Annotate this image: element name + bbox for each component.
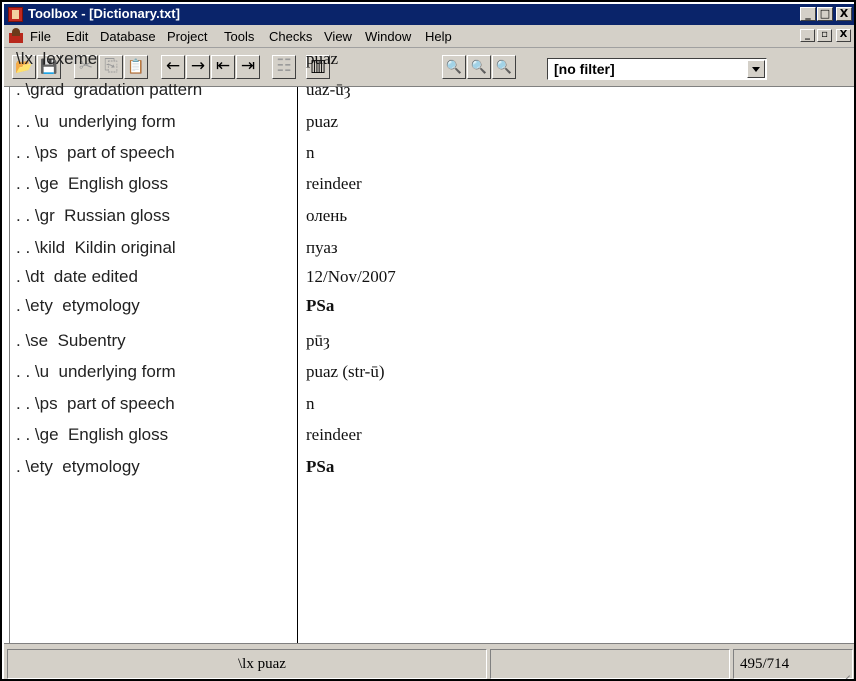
find-previous-icon: 🔍 <box>445 60 463 75</box>
field-value[interactable]: puaz <box>306 112 338 132</box>
menu-database[interactable]: Database <box>100 29 156 44</box>
field-value[interactable]: reindeer <box>306 174 362 194</box>
status-record-position: 495/714 <box>740 656 790 672</box>
status-pane-position: 495/714 <box>733 649 853 679</box>
filter-select[interactable]: [no filter] <box>547 58 767 80</box>
window-title: Toolbox - [Dictionary.txt] <box>28 6 180 21</box>
status-pane-record: \lx puaz <box>7 649 487 679</box>
filter-value: [no filter] <box>554 61 615 77</box>
menu-window[interactable]: Window <box>365 29 411 44</box>
status-bar: \lx puaz 495/714 <box>4 643 854 679</box>
field-divider[interactable] <box>297 87 298 643</box>
previous-record-button[interactable]: ← <box>161 55 185 79</box>
title-bar[interactable]: Toolbox - [Dictionary.txt] _ □ X <box>4 4 854 25</box>
menu-file[interactable]: File <box>30 29 51 44</box>
field-marker: . \dt date edited <box>16 267 138 286</box>
find-next-button[interactable]: 🔍 <box>492 55 516 79</box>
previous-record-icon: ← <box>165 56 181 76</box>
paste-button[interactable]: 📋 <box>124 55 148 79</box>
field-value[interactable]: reindeer <box>306 425 362 445</box>
next-record-button[interactable]: → <box>186 55 210 79</box>
document-icon[interactable] <box>8 28 24 43</box>
field-value[interactable]: n <box>306 143 315 163</box>
status-current-record: \lx puaz <box>238 656 286 672</box>
field-marker: . . \ps part of speech <box>16 143 175 162</box>
field-marker: \lx lexeme <box>16 49 98 68</box>
maximize-button[interactable]: □ <box>817 7 833 21</box>
field-value[interactable]: uaz-ūȝ <box>306 80 350 100</box>
paste-icon: 📋 <box>127 59 145 75</box>
minimize-button[interactable]: _ <box>800 7 816 21</box>
field-marker: . . \ps part of speech <box>16 394 175 413</box>
document-restore-button[interactable]: ▫ <box>817 29 832 42</box>
menu-edit[interactable]: Edit <box>66 29 88 44</box>
last-record-button[interactable]: ⇥ <box>236 55 260 79</box>
chevron-down-icon[interactable] <box>747 60 765 78</box>
field-value[interactable]: pūȝ <box>306 331 330 351</box>
field-marker: . . \kild Kildin original <box>16 238 176 257</box>
field-marker: . \ety etymology <box>16 457 140 476</box>
copy-button[interactable]: ⎘ <box>99 55 123 79</box>
field-marker: . \se Subentry <box>16 331 126 350</box>
browse-icon: ☷ <box>276 56 292 76</box>
menu-bar: File Edit Database Project Tools Checks … <box>4 25 854 48</box>
menu-tools[interactable]: Tools <box>224 29 254 44</box>
field-value[interactable]: олень <box>306 206 347 226</box>
find-next-icon: 🔍 <box>495 60 513 75</box>
document-close-button[interactable]: X <box>836 29 851 42</box>
copy-icon: ⎘ <box>104 56 118 76</box>
first-record-icon: ⇤ <box>215 56 231 76</box>
menu-help[interactable]: Help <box>425 29 452 44</box>
field-value[interactable]: n <box>306 394 315 414</box>
left-border <box>9 87 10 643</box>
field-value[interactable]: 12/Nov/2007 <box>306 267 396 287</box>
last-record-icon: ⇥ <box>240 56 256 76</box>
menu-view[interactable]: View <box>324 29 352 44</box>
field-value[interactable]: puaz (str-ū) <box>306 362 384 382</box>
resize-grip[interactable] <box>838 664 850 676</box>
next-record-icon: → <box>190 56 206 76</box>
field-marker: . . \ge English gloss <box>16 174 169 193</box>
field-value[interactable]: PSa <box>306 457 334 477</box>
field-marker: . . \u underlying form <box>16 112 176 131</box>
field-marker: . . \ge English gloss <box>16 425 169 444</box>
status-pane-empty <box>490 649 730 679</box>
app-window: Toolbox - [Dictionary.txt] _ □ X File Ed… <box>0 0 856 681</box>
field-marker: . \ety etymology <box>16 296 140 315</box>
field-value[interactable]: PSa <box>306 296 334 316</box>
field-marker: . \grad gradation pattern <box>16 80 203 99</box>
close-button[interactable]: X <box>836 7 852 21</box>
find-icon: 🔍 <box>470 60 488 75</box>
field-value[interactable]: puaz <box>306 49 338 69</box>
field-marker: . . \gr Russian gloss <box>16 206 171 225</box>
find-previous-button[interactable]: 🔍 <box>442 55 466 79</box>
browse-button[interactable]: ☷ <box>272 55 296 79</box>
document-minimize-button[interactable]: _ <box>800 29 815 42</box>
field-marker: . . \u underlying form <box>16 362 176 381</box>
first-record-button[interactable]: ⇤ <box>211 55 235 79</box>
menu-project[interactable]: Project <box>167 29 207 44</box>
record-view[interactable]: \lx lexeme puaz . \grad gradation pattern u… <box>4 49 854 643</box>
menu-checks[interactable]: Checks <box>269 29 312 44</box>
app-icon[interactable] <box>8 7 23 22</box>
find-button[interactable]: 🔍 <box>467 55 491 79</box>
field-value[interactable]: пуаз <box>306 238 338 258</box>
